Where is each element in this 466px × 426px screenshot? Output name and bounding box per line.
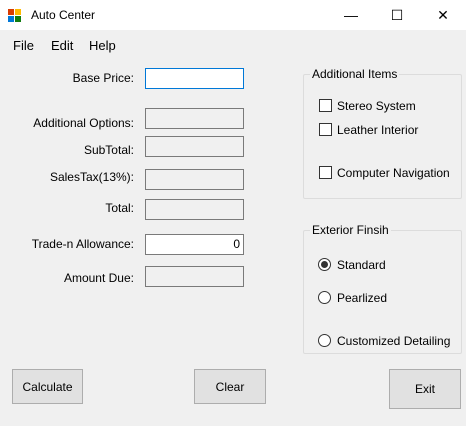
app-window-icon (8, 9, 22, 22)
customized-detailing-label[interactable]: Customized Detailing (337, 334, 450, 348)
pearlized-radio[interactable] (318, 291, 331, 304)
maximize-icon: ☐ (390, 6, 404, 23)
calculate-button[interactable]: Calculate (12, 369, 83, 404)
close-icon: ✕ (437, 6, 449, 23)
additional-items-title: Additional Items (310, 67, 400, 81)
menu-edit[interactable]: Edit (51, 38, 73, 53)
minimize-button[interactable]: — (328, 0, 374, 30)
standard-label[interactable]: Standard (337, 258, 386, 272)
menu-bar: File Edit Help (0, 30, 466, 58)
menu-file[interactable]: File (13, 38, 34, 53)
base-price-input[interactable] (145, 68, 244, 89)
stereo-system-label[interactable]: Stereo System (337, 99, 416, 113)
amount-due-label: Amount Due: (63, 271, 134, 285)
sales-tax-label: SalesTax(13%): (49, 170, 134, 184)
customized-detailing-radio[interactable] (318, 334, 331, 347)
computer-navigation-label[interactable]: Computer Navigation (337, 166, 450, 180)
close-button[interactable]: ✕ (420, 0, 466, 30)
window-title: Auto Center (31, 8, 96, 22)
subtotal-label: SubTotal: (83, 143, 134, 157)
maximize-button[interactable]: ☐ (374, 0, 420, 30)
leather-interior-checkbox[interactable] (319, 123, 332, 136)
leather-interior-label[interactable]: Leather Interior (337, 123, 418, 137)
pearlized-label[interactable]: Pearlized (337, 291, 387, 305)
standard-radio[interactable] (318, 258, 331, 271)
exit-button[interactable]: Exit (389, 369, 461, 409)
additional-options-label: Additional Options: (33, 116, 134, 130)
stereo-system-checkbox[interactable] (319, 99, 332, 112)
amount-due-field (145, 266, 244, 287)
sales-tax-field (145, 169, 244, 190)
total-label: Total: (105, 201, 134, 215)
trade-in-input[interactable]: 0 (145, 234, 244, 255)
additional-options-field (145, 108, 244, 129)
exterior-finish-group: Exterior Finsih Standard Pearlized Custo… (303, 223, 462, 354)
trade-in-label: Trade-n Allowance: (31, 237, 134, 251)
additional-items-group: Additional Items Stereo System Leather I… (303, 67, 462, 199)
menu-help[interactable]: Help (89, 38, 116, 53)
subtotal-field (145, 136, 244, 157)
exterior-finish-title: Exterior Finsih (310, 223, 391, 237)
clear-button[interactable]: Clear (194, 369, 266, 404)
title-bar: Auto Center — ☐ ✕ (0, 0, 466, 30)
minimize-icon: — (344, 7, 358, 23)
total-field (145, 199, 244, 220)
base-price-label: Base Price: (72, 71, 134, 85)
computer-navigation-checkbox[interactable] (319, 166, 332, 179)
